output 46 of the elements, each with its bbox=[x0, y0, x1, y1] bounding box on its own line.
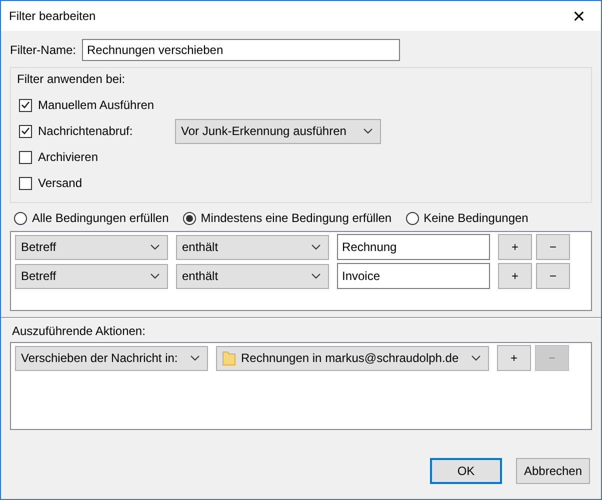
add-button[interactable]: + bbox=[498, 263, 532, 289]
radio-button[interactable] bbox=[182, 212, 196, 224]
chevron-down-icon bbox=[150, 273, 160, 279]
chevron-down-icon bbox=[363, 128, 373, 134]
chevron-down-icon bbox=[471, 355, 481, 361]
filter-name-label: Filter-Name: bbox=[10, 43, 76, 57]
checkmark-icon bbox=[21, 127, 30, 135]
operator-dropdown[interactable]: enthält bbox=[176, 264, 329, 288]
folder-icon bbox=[222, 350, 236, 366]
checkbox-label: Archivieren bbox=[38, 150, 98, 164]
value-field[interactable]: Invoice bbox=[337, 263, 490, 289]
radio-label: Mindestens eine Bedingung erfüllen bbox=[200, 211, 392, 225]
operator-dropdown[interactable]: enthält bbox=[176, 234, 329, 260]
radio-button[interactable] bbox=[14, 212, 27, 224]
checkbox-label: Manuellem Ausführen bbox=[38, 98, 154, 112]
add-button[interactable]: + bbox=[498, 234, 532, 260]
dialog-button[interactable]: OK bbox=[430, 458, 502, 484]
close-button[interactable]: ✕ bbox=[557, 1, 601, 31]
group-title: Filter anwenden bei: bbox=[17, 72, 126, 86]
chevron-down-icon bbox=[150, 244, 160, 250]
value-field[interactable]: Rechnung bbox=[337, 234, 490, 260]
checkbox[interactable] bbox=[19, 176, 32, 190]
checkmark-icon bbox=[21, 101, 30, 109]
add-button[interactable]: + bbox=[497, 345, 531, 371]
remove-button[interactable]: − bbox=[536, 263, 570, 289]
checkbox[interactable] bbox=[19, 124, 32, 138]
chevron-down-icon bbox=[311, 244, 321, 250]
field-dropdown[interactable]: Betreff bbox=[15, 264, 168, 288]
folder-dropdown[interactable]: Rechnungen in markus@schraudolph.de bbox=[216, 346, 489, 370]
radio-label: Alle Bedingungen erfüllen bbox=[32, 211, 169, 225]
checkbox[interactable] bbox=[19, 98, 32, 112]
dialog-button[interactable]: Abbrechen bbox=[516, 458, 590, 484]
actions-title: Auszuführende Aktionen: bbox=[12, 324, 146, 338]
checkbox[interactable] bbox=[19, 150, 32, 164]
chevron-down-icon bbox=[190, 355, 200, 361]
chevron-down-icon bbox=[311, 273, 321, 279]
field-dropdown[interactable]: Betreff bbox=[15, 234, 168, 260]
window-title: Filter bearbeiten bbox=[9, 9, 96, 23]
checkbox-label: Nachrichtenabruf: bbox=[38, 124, 133, 138]
radio-button[interactable] bbox=[406, 212, 419, 224]
remove-button[interactable]: − bbox=[536, 234, 570, 260]
filter-name-field[interactable]: Rechnungen verschieben bbox=[82, 39, 400, 61]
action-dropdown[interactable]: Verschieben der Nachricht in: bbox=[15, 346, 208, 370]
timing-dropdown[interactable]: Vor Junk-Erkennung ausführen bbox=[175, 118, 381, 144]
radio-label: Keine Bedingungen bbox=[424, 211, 528, 225]
checkbox-label: Versand bbox=[38, 176, 82, 190]
